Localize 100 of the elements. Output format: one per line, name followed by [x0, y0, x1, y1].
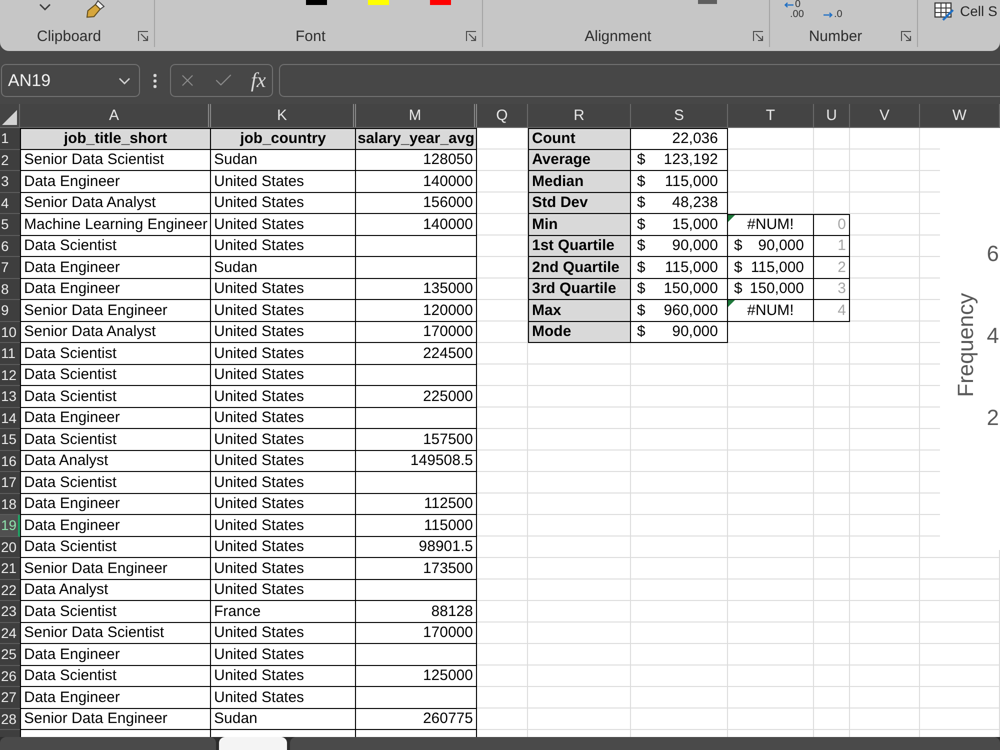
- row-header[interactable]: 5: [0, 214, 20, 236]
- increase-decimal-button[interactable]: .0: [823, 0, 845, 21]
- currency-symbol: $: [637, 302, 646, 319]
- row-header[interactable]: 12: [0, 364, 20, 386]
- table-cell: United States: [211, 622, 356, 644]
- stat-value: 90,000: [672, 323, 718, 340]
- table-cell: Senior Data Analyst: [20, 192, 211, 214]
- row-header[interactable]: 19: [0, 515, 20, 536]
- more-options-button[interactable]: [153, 72, 157, 88]
- dialog-launcher-icon: [466, 30, 477, 42]
- table-cell: United States: [211, 408, 356, 429]
- axis-title: Frequency: [955, 293, 977, 397]
- table-cell: United States: [211, 536, 356, 558]
- row-header[interactable]: 11: [0, 343, 20, 364]
- table-cell: Data Engineer: [20, 257, 211, 278]
- ribbon-group-label: Alignment: [584, 28, 652, 44]
- table-cell: Senior Data Scientist: [20, 622, 211, 644]
- table-cell: Data Engineer: [20, 278, 211, 300]
- row-header[interactable]: 26: [0, 666, 20, 687]
- row-header[interactable]: 3: [0, 171, 20, 192]
- row-header[interactable]: 22: [0, 580, 20, 601]
- row-header[interactable]: 4: [0, 192, 20, 214]
- table-cell: Machine Learning Engineer: [20, 214, 211, 236]
- table-cell: United States: [211, 450, 356, 472]
- quartile-value: 150,000: [750, 280, 804, 298]
- name-box[interactable]: AN19: [1, 64, 140, 97]
- table-cell: 149508.5: [356, 450, 477, 472]
- table-cell: United States: [211, 515, 356, 536]
- row-header[interactable]: 1: [0, 128, 20, 150]
- row-header[interactable]: 10: [0, 322, 20, 343]
- table-cell: Data Engineer: [20, 644, 211, 666]
- table-cell: United States: [211, 236, 356, 257]
- row-header[interactable]: 21: [0, 558, 20, 580]
- table-cell: United States: [211, 192, 356, 214]
- row-header[interactable]: 7: [0, 257, 20, 278]
- row-header[interactable]: 2: [0, 150, 20, 171]
- table-cell: United States: [211, 558, 356, 580]
- decrease-decimal-button[interactable]: 0 .00: [784, 0, 810, 21]
- row-header[interactable]: 16: [0, 450, 20, 472]
- dialog-launcher-icon: [138, 30, 149, 42]
- row-header[interactable]: 28: [0, 708, 20, 730]
- currency-symbol: $: [734, 258, 742, 276]
- row-header[interactable]: 6: [0, 236, 20, 257]
- column-header[interactable]: V: [850, 104, 920, 127]
- stat-value: 123,192: [664, 151, 718, 168]
- index-number: 1: [814, 236, 850, 257]
- column-header[interactable]: T: [728, 104, 814, 127]
- table-cell: Sudan: [211, 708, 356, 730]
- column-header[interactable]: W: [920, 104, 1000, 127]
- column-header[interactable]: U: [814, 104, 850, 127]
- error-value: #NUM!: [747, 302, 794, 319]
- table-cell: United States: [211, 429, 356, 450]
- row-header[interactable]: 23: [0, 601, 20, 622]
- table-cell: Data Engineer: [20, 408, 211, 429]
- table-cell: France: [211, 601, 356, 622]
- ribbon-group-label: Font: [294, 28, 326, 44]
- insert-function-button[interactable]: fx: [250, 70, 266, 91]
- table-cell: Data Analyst: [20, 580, 211, 601]
- row-header[interactable]: 24: [0, 622, 20, 644]
- table-cell: 140000: [356, 214, 477, 236]
- column-header[interactable]: Q: [477, 104, 528, 127]
- row-header[interactable]: 13: [0, 386, 20, 408]
- select-all-icon[interactable]: [2, 110, 17, 125]
- error-value: #NUM!: [747, 216, 794, 234]
- table-cell: 173500: [356, 558, 477, 580]
- table-cell: 120000: [356, 300, 477, 322]
- left-arrow-icon: [784, 2, 794, 8]
- row-header[interactable]: 18: [0, 494, 20, 515]
- dialog-launcher-button[interactable]: [466, 30, 477, 42]
- paintbrush-icon[interactable]: [84, 0, 105, 18]
- table-cell: 98901.5: [356, 536, 477, 558]
- dialog-launcher-button[interactable]: [901, 30, 912, 42]
- currency-symbol: $: [637, 216, 646, 233]
- row-header[interactable]: 17: [0, 472, 20, 494]
- column-header[interactable]: R: [528, 104, 631, 127]
- table-cell: 260775: [356, 708, 477, 730]
- row-header[interactable]: 20: [0, 536, 20, 558]
- currency-symbol: $: [637, 280, 646, 298]
- row-header[interactable]: 15: [0, 429, 20, 450]
- row-header[interactable]: 25: [0, 644, 20, 666]
- table-cell: Senior Data Engineer: [20, 708, 211, 730]
- table-cell: Data Engineer: [20, 515, 211, 536]
- currency-symbol: $: [734, 280, 742, 298]
- row-header[interactable]: 27: [0, 687, 20, 708]
- row-header[interactable]: 9: [0, 300, 20, 322]
- cell-styles-icon: [934, 0, 955, 20]
- table-cell: 125000: [356, 666, 477, 687]
- cell-styles-button[interactable]: Cell S: [934, 0, 998, 21]
- table-cell: Senior Data Analyst: [20, 322, 211, 343]
- formula-input[interactable]: [279, 64, 1000, 97]
- table-cell: Senior Data Engineer: [20, 300, 211, 322]
- table-cell: Sudan: [211, 257, 356, 278]
- table-cell: Data Engineer: [20, 171, 211, 192]
- column-heading: job_country: [211, 128, 356, 150]
- row-header[interactable]: 14: [0, 408, 20, 429]
- column-header[interactable]: S: [631, 104, 728, 127]
- dialog-launcher-button[interactable]: [138, 30, 149, 42]
- dialog-launcher-button[interactable]: [753, 30, 764, 42]
- row-header[interactable]: 8: [0, 278, 20, 300]
- right-arrow-icon: [823, 12, 833, 18]
